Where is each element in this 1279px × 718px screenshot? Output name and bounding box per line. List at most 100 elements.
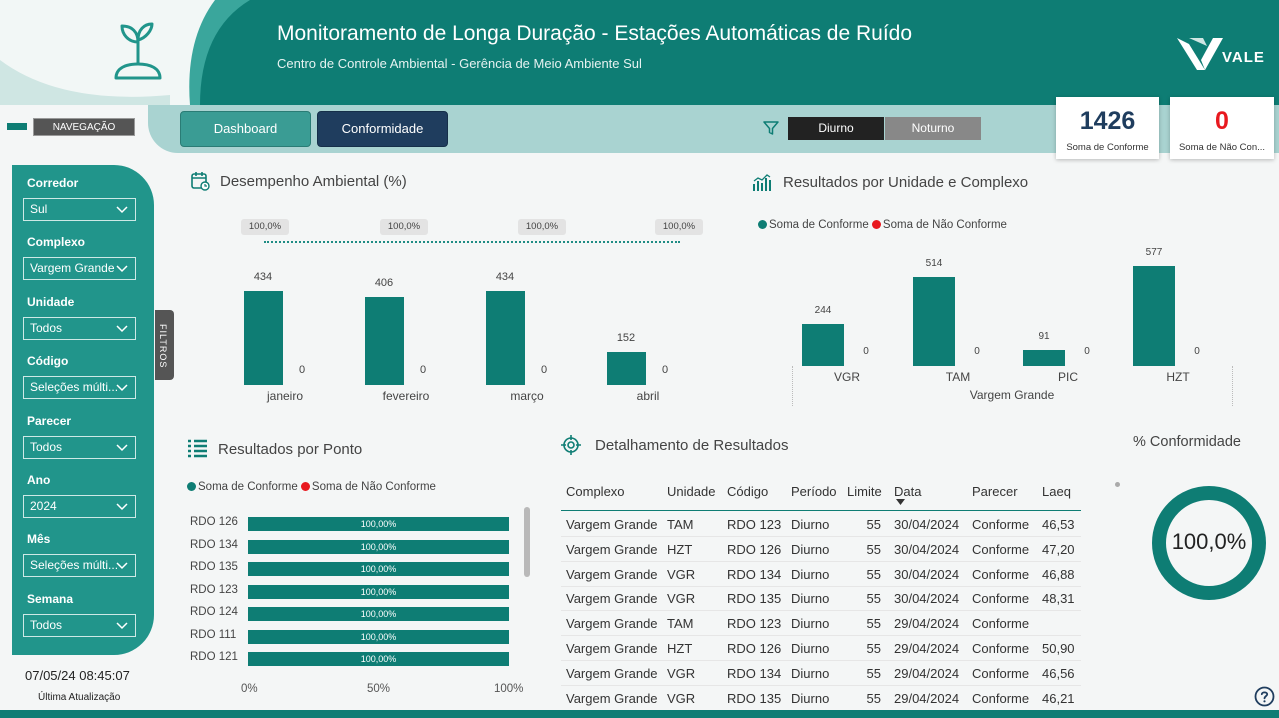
detalhamento-title: Detalhamento de Resultados — [595, 437, 789, 454]
point-label: RDO 123 — [190, 583, 238, 596]
table-cell: Conforme — [972, 665, 1030, 681]
table-cell: Vargem Grande — [566, 541, 658, 557]
filtros-tab[interactable]: FILTROS — [155, 310, 174, 380]
filter-dropdown-7[interactable]: Todos — [23, 613, 136, 637]
noturno-toggle[interactable]: Noturno — [885, 117, 981, 140]
chevron-down-icon — [116, 562, 128, 570]
chevron-down-icon — [116, 265, 128, 273]
bar-conforme — [802, 323, 844, 366]
column-header[interactable]: Código — [727, 478, 768, 506]
target-icon — [561, 435, 581, 455]
point-label: RDO 134 — [190, 538, 238, 551]
filter-dropdown-6[interactable]: Seleções múlti... — [23, 554, 136, 578]
table-cell: 47,20 — [1042, 541, 1075, 557]
table-row: Vargem Grande HZT RDO 126 Diurno 55 29/04/202… — [561, 636, 1081, 661]
table-cell: Conforme — [972, 641, 1030, 656]
table-cell: 46,53 — [1042, 517, 1075, 532]
filter-dropdown-2[interactable]: Todos — [23, 316, 136, 340]
chart-divider-right — [1232, 366, 1233, 406]
table-cell: VGR — [667, 690, 696, 706]
filter-dropdown-4[interactable]: Todos — [23, 435, 136, 459]
filter-dropdown-1[interactable]: Vargem Grande — [23, 257, 136, 281]
bar-conforme — [607, 352, 646, 385]
unidade-legend: Soma de Conforme Soma de Não Conforme — [758, 219, 1007, 231]
dashboard-button[interactable]: Dashboard — [180, 111, 311, 147]
table-row: Vargem Grande VGR RDO 135 Diurno 55 29/04/202… — [561, 686, 1081, 706]
bar-conforme — [1133, 266, 1175, 366]
table-cell: Diurno — [791, 616, 830, 632]
filter-label-7: Semana — [27, 591, 74, 606]
point-bar: 100,00% — [248, 562, 509, 576]
filter-dropdown-5[interactable]: 2024 — [23, 495, 136, 518]
chevron-down-icon — [116, 503, 128, 511]
column-header[interactable]: Período — [791, 478, 837, 506]
table-cell: 29/04/2024 — [894, 616, 960, 632]
navigation-label[interactable]: NAVEGAÇÃO — [33, 118, 135, 136]
filter-value: Todos — [30, 617, 63, 632]
bar-value-label: 577 — [1145, 247, 1163, 258]
table-row: Vargem Grande TAM RDO 123 Diurno 55 29/04/202… — [561, 611, 1081, 637]
table-cell: Vargem Grande — [566, 566, 658, 582]
column-header[interactable]: Laeq — [1042, 478, 1071, 506]
bar-conforme — [913, 276, 955, 366]
filter-value: Seleções múlti... — [30, 558, 119, 573]
table-cell: 55 — [866, 665, 881, 681]
table-cell: TAM — [667, 517, 694, 532]
filter-dropdown-0[interactable]: Sul — [23, 198, 136, 221]
table-cell: Diurno — [791, 566, 830, 582]
sort-desc-icon[interactable] — [896, 499, 905, 505]
legend-nao-conforme-dot — [871, 220, 881, 229]
point-label: RDO 111 — [190, 628, 237, 641]
column-header[interactable]: Limite — [847, 478, 882, 506]
filter-icon[interactable] — [763, 120, 779, 136]
column-header[interactable]: Parecer — [972, 478, 1018, 506]
group-label-vargem-grande: Vargem Grande — [969, 388, 1055, 402]
help-icon[interactable] — [1254, 686, 1275, 707]
table-cell: 55 — [866, 641, 881, 656]
filter-value: Sul — [30, 202, 48, 216]
filter-value: Todos — [30, 320, 63, 335]
table-cell: RDO 123 — [727, 616, 782, 632]
bar-value-label: 91 — [1038, 331, 1050, 343]
kpi-conforme-label: Soma de Conforme — [1066, 142, 1149, 153]
filter-label-0: Corredor — [27, 176, 79, 190]
column-header[interactable]: Complexo — [566, 478, 625, 506]
table-cell: 46,88 — [1042, 566, 1075, 582]
table-cell: VGR — [667, 591, 696, 607]
table-cell: Diurno — [791, 641, 830, 656]
bar-value-label: 0 — [1084, 346, 1090, 357]
bar-value-label: 514 — [925, 257, 943, 269]
category-label: HZT — [1166, 370, 1190, 384]
chevron-down-icon — [116, 206, 128, 214]
table-cell: Conforme — [972, 616, 1030, 632]
table-row: Vargem Grande VGR RDO 134 Diurno 55 30/04/202… — [561, 562, 1081, 587]
ponto-scrollbar[interactable] — [524, 507, 530, 577]
table-cell: Diurno — [791, 690, 830, 706]
table-cell: 55 — [866, 541, 881, 557]
table-cell: RDO 134 — [727, 566, 782, 582]
diurno-toggle[interactable]: Diurno — [788, 117, 884, 140]
bar-conforme — [244, 291, 283, 385]
table-cell: 55 — [866, 690, 881, 706]
bar-value-label: 0 — [974, 346, 980, 357]
page-subtitle: Centro de Controle Ambiental - Gerência … — [277, 56, 642, 71]
filter-label-3: Código — [27, 354, 69, 369]
filter-dropdown-3[interactable]: Seleções múlti... — [23, 376, 136, 400]
table-cell: 50,90 — [1042, 641, 1075, 656]
table-row: Vargem Grande HZT RDO 126 Diurno 55 30/04/202… — [561, 537, 1081, 562]
legend-conforme-label: Soma de Conforme — [198, 481, 298, 493]
resultados-ponto-title: Resultados por Ponto — [218, 441, 363, 458]
point-label: RDO 124 — [190, 606, 238, 618]
table-cell: Conforme — [972, 690, 1030, 706]
bar-conforme — [1023, 350, 1065, 366]
calendar-chart-icon — [191, 172, 210, 191]
filter-label-4: Parecer — [27, 413, 72, 428]
list-icon — [188, 439, 207, 458]
bar-value-label: 0 — [298, 364, 306, 376]
conformidade-button[interactable]: Conformidade — [317, 111, 448, 147]
point-bar: 100,00% — [248, 539, 509, 554]
bar-value-label: 434 — [253, 271, 273, 283]
footer-bar — [0, 710, 1279, 718]
column-header[interactable]: Unidade — [667, 478, 715, 506]
category-label: fevereiro — [382, 389, 430, 403]
